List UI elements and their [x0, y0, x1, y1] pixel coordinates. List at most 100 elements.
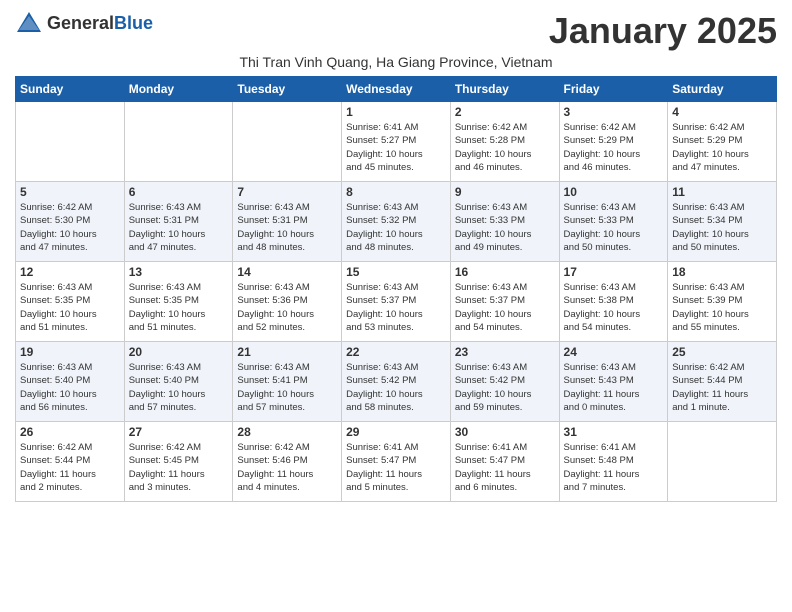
col-monday: Monday: [124, 77, 233, 102]
calendar-title: January 2025: [549, 10, 777, 52]
logo-area: GeneralBlue: [15, 10, 153, 38]
col-saturday: Saturday: [668, 77, 777, 102]
col-sunday: Sunday: [16, 77, 125, 102]
calendar-cell: 20 Sunrise: 6:43 AM Sunset: 5:40 PM Dayli…: [124, 342, 233, 422]
calendar-cell: 21 Sunrise: 6:43 AM Sunset: 5:41 PM Dayli…: [233, 342, 342, 422]
calendar-cell: 23 Sunrise: 6:43 AM Sunset: 5:42 PM Dayli…: [450, 342, 559, 422]
logo-icon: [15, 10, 43, 38]
day-number: 2: [455, 105, 555, 119]
calendar-week-4: 19Sunrise: 6:43 AM Sunset: 5:40 PM Dayli…: [16, 342, 777, 422]
col-tuesday: Tuesday: [233, 77, 342, 102]
calendar-subtitle: Thi Tran Vinh Quang, Ha Giang Province, …: [15, 54, 777, 70]
calendar-cell: 10 Sunrise: 6:43 AM Sunset: 5:33 PM Dayli…: [559, 182, 668, 262]
calendar-week-1: 1 Sunrise: 6:41 AM Sunset: 5:27 PM Daylig…: [16, 102, 777, 182]
day-info: Sunrise: 6:41 AM Sunset: 5:47 PM Dayligh…: [346, 441, 446, 494]
day-number: 29: [346, 425, 446, 439]
day-number: 1: [346, 105, 446, 119]
calendar-cell: 15 Sunrise: 6:43 AM Sunset: 5:37 PM Dayli…: [342, 262, 451, 342]
day-info: Sunrise: 6:43 AM Sunset: 5:32 PM Dayligh…: [346, 201, 446, 254]
day-info: Sunrise: 6:43 AM Sunset: 5:34 PM Dayligh…: [672, 201, 772, 254]
calendar-cell: 24Sunrise: 6:43 AM Sunset: 5:43 PM Dayli…: [559, 342, 668, 422]
day-info: Sunrise: 6:41 AM Sunset: 5:47 PM Dayligh…: [455, 441, 555, 494]
calendar-cell: 1 Sunrise: 6:41 AM Sunset: 5:27 PM Daylig…: [342, 102, 451, 182]
day-info: Sunrise: 6:42 AM Sunset: 5:30 PM Dayligh…: [20, 201, 120, 254]
col-thursday: Thursday: [450, 77, 559, 102]
day-number: 25: [672, 345, 772, 359]
calendar-cell: 12Sunrise: 6:43 AM Sunset: 5:35 PM Dayli…: [16, 262, 125, 342]
day-info: Sunrise: 6:43 AM Sunset: 5:35 PM Dayligh…: [129, 281, 229, 334]
calendar-cell: 29 Sunrise: 6:41 AM Sunset: 5:47 PM Dayli…: [342, 422, 451, 502]
calendar-cell: 6Sunrise: 6:43 AM Sunset: 5:31 PM Daylig…: [124, 182, 233, 262]
day-info: Sunrise: 6:43 AM Sunset: 5:33 PM Dayligh…: [455, 201, 555, 254]
day-number: 31: [564, 425, 664, 439]
day-number: 15: [346, 265, 446, 279]
day-info: Sunrise: 6:42 AM Sunset: 5:29 PM Dayligh…: [672, 121, 772, 174]
calendar-cell: 4 Sunrise: 6:42 AM Sunset: 5:29 PM Daylig…: [668, 102, 777, 182]
day-number: 7: [237, 185, 337, 199]
day-info: Sunrise: 6:43 AM Sunset: 5:41 PM Dayligh…: [237, 361, 337, 414]
day-number: 20: [129, 345, 229, 359]
calendar-cell: 9Sunrise: 6:43 AM Sunset: 5:33 PM Daylig…: [450, 182, 559, 262]
day-number: 30: [455, 425, 555, 439]
day-number: 13: [129, 265, 229, 279]
calendar-cell: [668, 422, 777, 502]
calendar-cell: 18Sunrise: 6:43 AM Sunset: 5:39 PM Dayli…: [668, 262, 777, 342]
calendar-cell: [124, 102, 233, 182]
day-number: 23: [455, 345, 555, 359]
day-number: 14: [237, 265, 337, 279]
calendar-cell: 16Sunrise: 6:43 AM Sunset: 5:37 PM Dayli…: [450, 262, 559, 342]
calendar-week-3: 12Sunrise: 6:43 AM Sunset: 5:35 PM Dayli…: [16, 262, 777, 342]
day-number: 5: [20, 185, 120, 199]
day-info: Sunrise: 6:43 AM Sunset: 5:33 PM Dayligh…: [564, 201, 664, 254]
calendar-cell: 2 Sunrise: 6:42 AM Sunset: 5:28 PM Daylig…: [450, 102, 559, 182]
logo-text: GeneralBlue: [47, 14, 153, 34]
day-number: 3: [564, 105, 664, 119]
col-wednesday: Wednesday: [342, 77, 451, 102]
day-info: Sunrise: 6:43 AM Sunset: 5:37 PM Dayligh…: [346, 281, 446, 334]
day-info: Sunrise: 6:42 AM Sunset: 5:44 PM Dayligh…: [672, 361, 772, 414]
day-number: 8: [346, 185, 446, 199]
calendar-cell: 17 Sunrise: 6:43 AM Sunset: 5:38 PM Dayli…: [559, 262, 668, 342]
day-info: Sunrise: 6:42 AM Sunset: 5:44 PM Dayligh…: [20, 441, 120, 494]
day-number: 16: [455, 265, 555, 279]
day-number: 21: [237, 345, 337, 359]
header: GeneralBlue January 2025: [15, 10, 777, 52]
calendar-cell: 11 Sunrise: 6:43 AM Sunset: 5:34 PM Dayli…: [668, 182, 777, 262]
calendar-cell: 3Sunrise: 6:42 AM Sunset: 5:29 PM Daylig…: [559, 102, 668, 182]
day-info: Sunrise: 6:43 AM Sunset: 5:42 PM Dayligh…: [346, 361, 446, 414]
calendar-week-5: 26Sunrise: 6:42 AM Sunset: 5:44 PM Dayli…: [16, 422, 777, 502]
day-info: Sunrise: 6:43 AM Sunset: 5:42 PM Dayligh…: [455, 361, 555, 414]
day-info: Sunrise: 6:43 AM Sunset: 5:40 PM Dayligh…: [20, 361, 120, 414]
calendar-cell: 25 Sunrise: 6:42 AM Sunset: 5:44 PM Dayli…: [668, 342, 777, 422]
day-info: Sunrise: 6:43 AM Sunset: 5:38 PM Dayligh…: [564, 281, 664, 334]
day-number: 27: [129, 425, 229, 439]
day-info: Sunrise: 6:41 AM Sunset: 5:48 PM Dayligh…: [564, 441, 664, 494]
col-friday: Friday: [559, 77, 668, 102]
day-info: Sunrise: 6:41 AM Sunset: 5:27 PM Dayligh…: [346, 121, 446, 174]
header-row: Sunday Monday Tuesday Wednesday Thursday…: [16, 77, 777, 102]
day-number: 24: [564, 345, 664, 359]
calendar-cell: [233, 102, 342, 182]
day-number: 4: [672, 105, 772, 119]
calendar-cell: 30 Sunrise: 6:41 AM Sunset: 5:47 PM Dayli…: [450, 422, 559, 502]
calendar-cell: 22 Sunrise: 6:43 AM Sunset: 5:42 PM Dayli…: [342, 342, 451, 422]
calendar-cell: 14Sunrise: 6:43 AM Sunset: 5:36 PM Dayli…: [233, 262, 342, 342]
calendar-cell: 5 Sunrise: 6:42 AM Sunset: 5:30 PM Daylig…: [16, 182, 125, 262]
calendar-cell: 7 Sunrise: 6:43 AM Sunset: 5:31 PM Daylig…: [233, 182, 342, 262]
calendar-cell: 27Sunrise: 6:42 AM Sunset: 5:45 PM Dayli…: [124, 422, 233, 502]
day-info: Sunrise: 6:43 AM Sunset: 5:31 PM Dayligh…: [129, 201, 229, 254]
calendar-table: Sunday Monday Tuesday Wednesday Thursday…: [15, 76, 777, 502]
day-number: 22: [346, 345, 446, 359]
calendar-cell: [16, 102, 125, 182]
logo-general-text: General: [47, 13, 114, 33]
day-info: Sunrise: 6:43 AM Sunset: 5:31 PM Dayligh…: [237, 201, 337, 254]
day-number: 11: [672, 185, 772, 199]
day-number: 28: [237, 425, 337, 439]
day-info: Sunrise: 6:43 AM Sunset: 5:39 PM Dayligh…: [672, 281, 772, 334]
day-number: 10: [564, 185, 664, 199]
calendar-week-2: 5 Sunrise: 6:42 AM Sunset: 5:30 PM Daylig…: [16, 182, 777, 262]
day-info: Sunrise: 6:42 AM Sunset: 5:28 PM Dayligh…: [455, 121, 555, 174]
day-info: Sunrise: 6:42 AM Sunset: 5:46 PM Dayligh…: [237, 441, 337, 494]
day-info: Sunrise: 6:43 AM Sunset: 5:40 PM Dayligh…: [129, 361, 229, 414]
day-number: 17: [564, 265, 664, 279]
